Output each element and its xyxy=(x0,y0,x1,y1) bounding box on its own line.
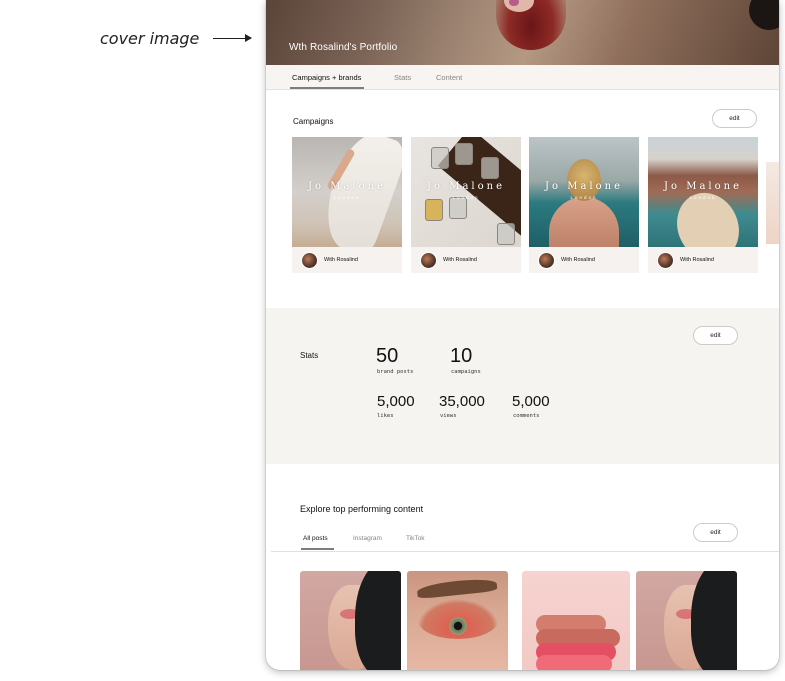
avatar xyxy=(538,251,555,269)
campaign-card-footer: With Rosalind xyxy=(292,247,402,273)
stat-likes-label: likes xyxy=(377,413,394,419)
active-tab-indicator xyxy=(290,87,364,89)
content-edit-button[interactable]: edit xyxy=(693,523,738,542)
content-post[interactable] xyxy=(522,571,630,670)
campaign-image: Jo Malone London xyxy=(529,137,639,247)
creator-name: With Rosalind xyxy=(561,257,595,263)
canvas: cover image Wth Rosalind's Portfolio Cam… xyxy=(0,0,785,681)
campaign-card-footer: With Rosalind xyxy=(648,247,758,273)
creator-name: With Rosalind xyxy=(324,257,358,263)
content-post[interactable] xyxy=(407,571,508,670)
stat-views-value: 35,000 xyxy=(439,393,485,410)
tab-all-posts[interactable]: All posts xyxy=(303,535,328,542)
brand-logo-sub: London xyxy=(570,195,598,200)
arrow-right-icon xyxy=(213,34,252,42)
brand-logo-sub: London xyxy=(689,195,717,200)
stat-campaigns-label: campaigns xyxy=(451,369,481,375)
campaign-image: Jo Malone London xyxy=(292,137,402,247)
creator-name: With Rosalind xyxy=(680,257,714,263)
avatar xyxy=(657,251,674,269)
brand-logo-sub: London xyxy=(333,195,361,200)
cover-image-annotation: cover image xyxy=(100,29,200,48)
avatar xyxy=(420,251,437,269)
campaign-card[interactable]: Jo Malone London With Rosalind xyxy=(411,137,521,273)
tab-stats[interactable]: Stats xyxy=(394,73,411,82)
stat-brand-posts-value: 50 xyxy=(376,345,399,367)
campaign-card-footer: With Rosalind xyxy=(529,247,639,273)
brand-logo: Jo Malone xyxy=(308,181,386,192)
stats-heading: Stats xyxy=(300,351,319,360)
content-divider xyxy=(271,551,779,552)
campaign-card[interactable]: Jo Malone London With Rosalind xyxy=(648,137,758,273)
cover-shadow-graphic xyxy=(749,0,779,30)
stats-edit-button[interactable]: edit xyxy=(693,326,738,345)
brand-logo: Jo Malone xyxy=(664,181,742,192)
creator-name: With Rosalind xyxy=(443,257,477,263)
stat-views-label: views xyxy=(440,413,457,419)
campaign-image: Jo Malone London xyxy=(648,137,758,247)
campaign-card[interactable]: Jo Malone London With Rosalind xyxy=(529,137,639,273)
active-content-tab-indicator xyxy=(301,548,334,550)
campaigns-edit-button[interactable]: edit xyxy=(712,109,757,128)
stats-section: Stats edit 50 brand posts 10 campaigns 5… xyxy=(266,308,779,464)
stat-likes-value: 5,000 xyxy=(377,393,415,410)
portfolio-window: Wth Rosalind's Portfolio Campaigns + bra… xyxy=(266,0,779,670)
campaign-image: Jo Malone London xyxy=(411,137,521,247)
portfolio-tab-bar: Campaigns + brands Stats Content xyxy=(266,65,779,90)
tab-tiktok[interactable]: TikTok xyxy=(406,535,425,542)
campaign-card[interactable]: Jo Malone London With Rosalind xyxy=(292,137,402,273)
avatar xyxy=(301,251,318,269)
campaigns-heading: Campaigns xyxy=(293,117,334,126)
brand-logo: Jo Malone xyxy=(545,181,623,192)
campaign-card-footer: With Rosalind xyxy=(411,247,521,273)
stat-campaigns-value: 10 xyxy=(450,345,473,367)
tab-instagram[interactable]: Instagram xyxy=(353,535,382,542)
stat-comments-label: comments xyxy=(513,413,540,419)
brand-logo-sub: London xyxy=(452,195,480,200)
stat-comments-value: 5,000 xyxy=(512,393,550,410)
stat-brand-posts-label: brand posts xyxy=(377,369,414,375)
content-heading: Explore top performing content xyxy=(300,504,424,514)
brand-logo: Jo Malone xyxy=(427,181,505,192)
content-post[interactable] xyxy=(636,571,737,670)
tab-campaigns-brands[interactable]: Campaigns + brands xyxy=(292,73,361,82)
cover-image[interactable]: Wth Rosalind's Portfolio xyxy=(266,0,779,65)
tab-content[interactable]: Content xyxy=(436,73,462,82)
content-post[interactable] xyxy=(300,571,401,670)
campaign-card-peek[interactable] xyxy=(766,162,779,244)
portfolio-title: Wth Rosalind's Portfolio xyxy=(289,42,398,53)
